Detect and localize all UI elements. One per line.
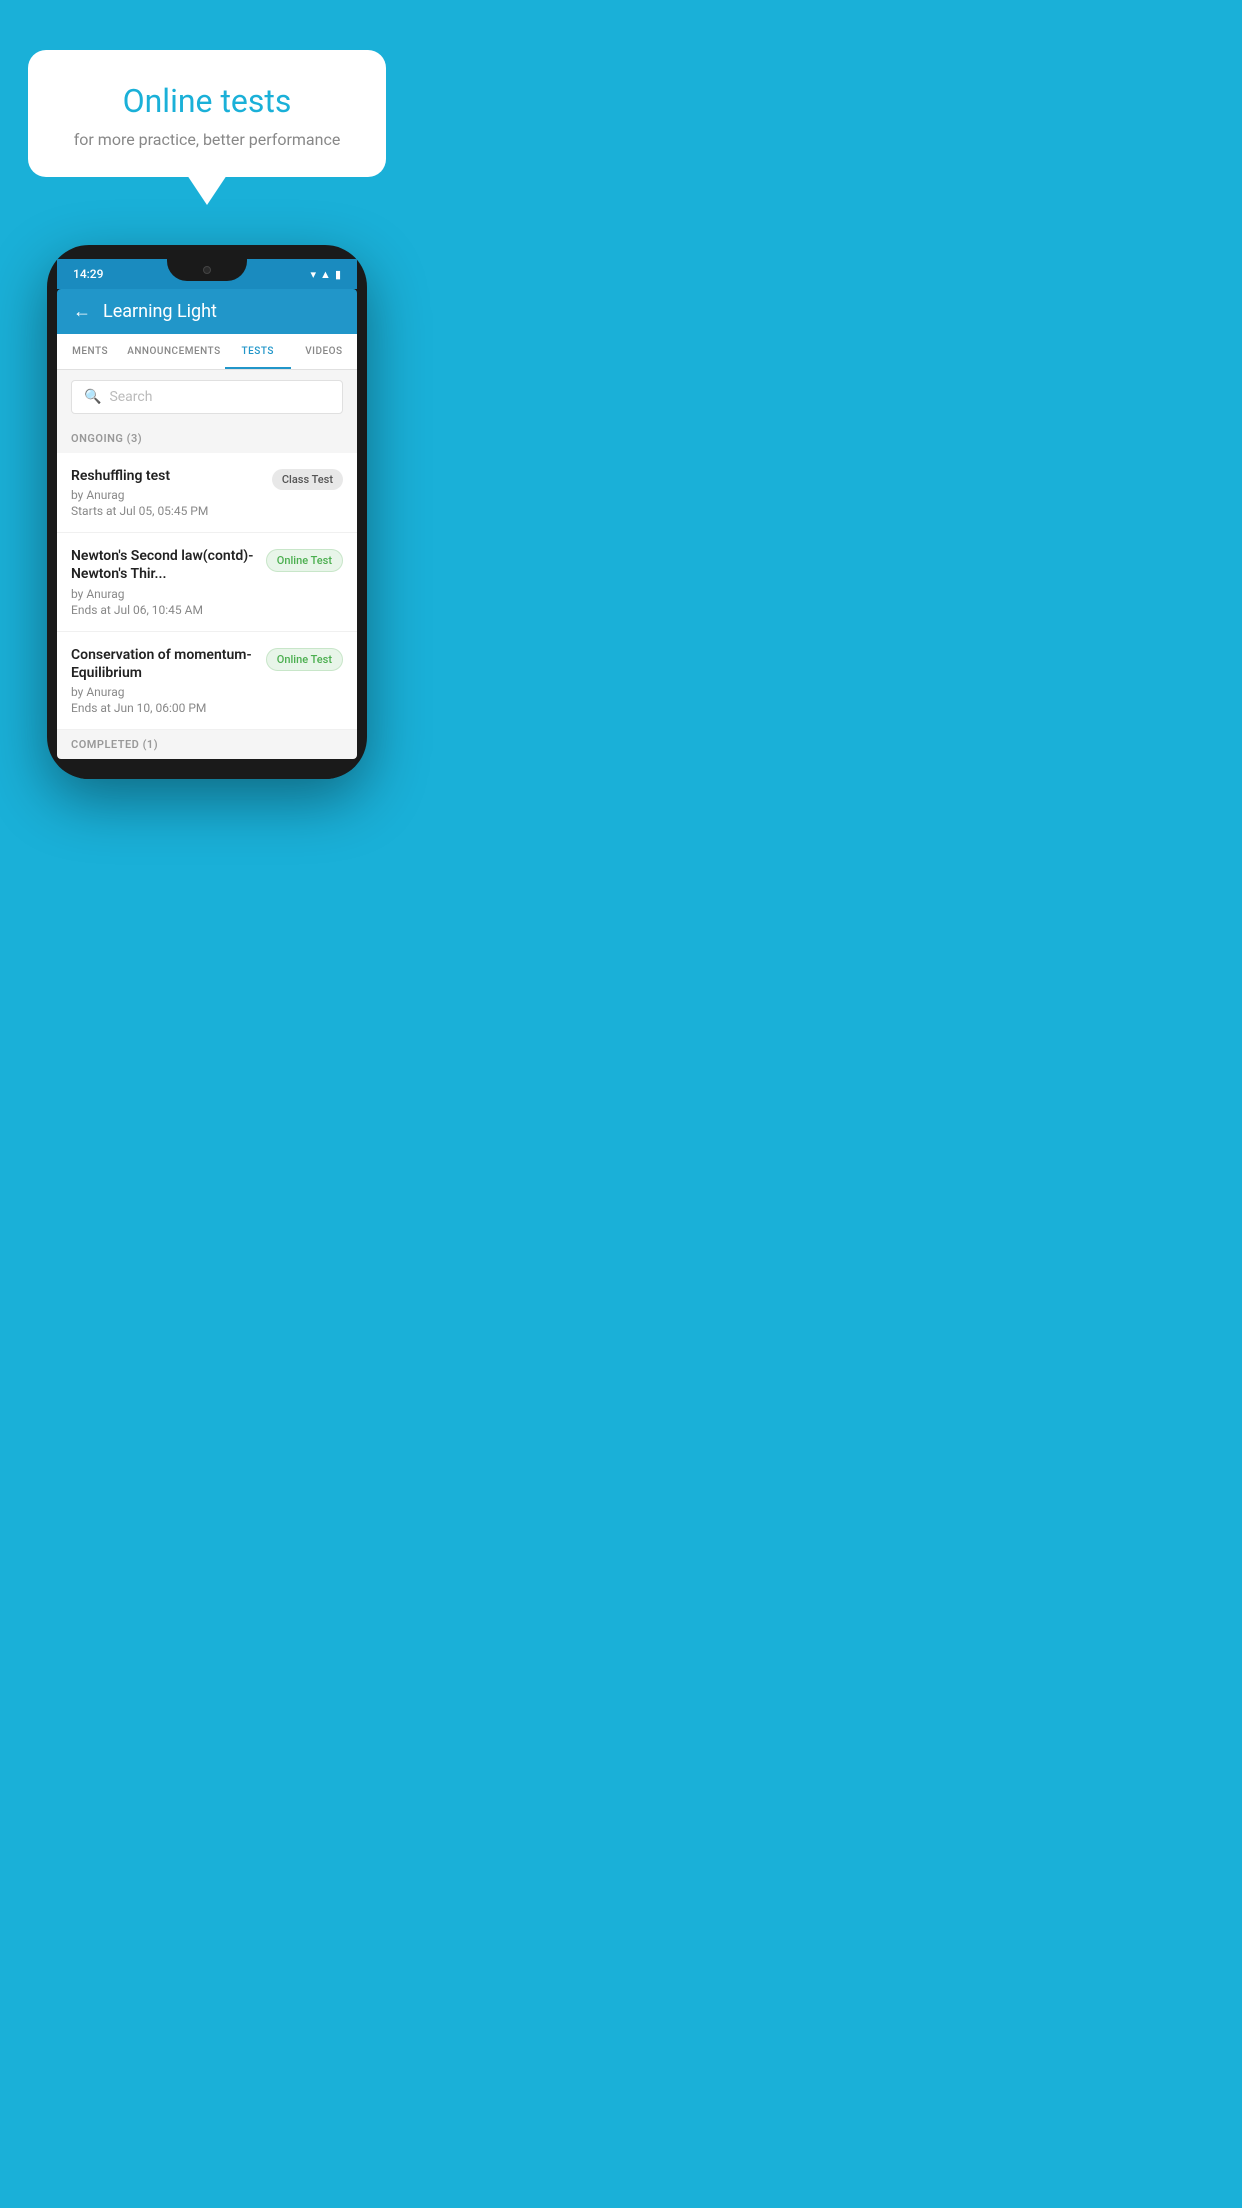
test-title-3: Conservation of momentum-Equilibrium xyxy=(71,646,258,682)
back-button[interactable]: ← xyxy=(73,301,91,322)
test-title-1: Reshuffling test xyxy=(71,467,264,485)
hero-section: Online tests for more practice, better p… xyxy=(0,0,414,177)
test-badge-2: Online Test xyxy=(266,549,343,572)
phone-bottom xyxy=(57,759,357,779)
tab-ments[interactable]: MENTS xyxy=(57,334,123,369)
test-info-3: Conservation of momentum-Equilibrium by … xyxy=(71,646,258,715)
phone-outer: 14:29 ▾ ▲ ▮ ← Learning Light MENTS xyxy=(47,245,367,779)
phone-screen: ← Learning Light MENTS ANNOUNCEMENTS TES… xyxy=(57,289,357,759)
wifi-icon: ▾ xyxy=(311,268,317,281)
tab-videos[interactable]: VIDEOS xyxy=(291,334,357,369)
phone-mockup: 14:29 ▾ ▲ ▮ ← Learning Light MENTS xyxy=(47,245,367,779)
test-date-3: Ends at Jun 10, 06:00 PM xyxy=(71,701,258,715)
test-date-1: Starts at Jul 05, 05:45 PM xyxy=(71,504,264,518)
bubble-title: Online tests xyxy=(56,82,358,120)
signal-icon: ▲ xyxy=(320,268,331,281)
search-input[interactable]: Search xyxy=(109,389,152,405)
ongoing-section-label: ONGOING (3) xyxy=(57,424,357,453)
battery-icon: ▮ xyxy=(335,268,341,281)
test-title-2: Newton's Second law(contd)-Newton's Thir… xyxy=(71,547,258,583)
tab-tests[interactable]: TESTS xyxy=(225,334,291,369)
search-container: 🔍 Search xyxy=(57,370,357,424)
test-badge-3: Online Test xyxy=(266,648,343,671)
test-author-2: by Anurag xyxy=(71,587,258,601)
notch xyxy=(167,259,247,281)
camera-dot xyxy=(203,266,211,274)
app-header: ← Learning Light xyxy=(57,289,357,334)
tests-list: Reshuffling test by Anurag Starts at Jul… xyxy=(57,453,357,730)
test-author-3: by Anurag xyxy=(71,685,258,699)
speech-bubble: Online tests for more practice, better p… xyxy=(28,50,386,177)
test-author-1: by Anurag xyxy=(71,488,264,502)
test-item-2[interactable]: Newton's Second law(contd)-Newton's Thir… xyxy=(57,533,357,631)
test-item-1[interactable]: Reshuffling test by Anurag Starts at Jul… xyxy=(57,453,357,533)
app-header-title: Learning Light xyxy=(103,301,217,322)
test-badge-1: Class Test xyxy=(272,469,343,490)
test-info-1: Reshuffling test by Anurag Starts at Jul… xyxy=(71,467,264,518)
tabs-bar: MENTS ANNOUNCEMENTS TESTS VIDEOS xyxy=(57,334,357,370)
status-bar: 14:29 ▾ ▲ ▮ xyxy=(57,259,357,289)
status-icons: ▾ ▲ ▮ xyxy=(311,268,341,281)
tab-announcements[interactable]: ANNOUNCEMENTS xyxy=(123,334,224,369)
search-bar[interactable]: 🔍 Search xyxy=(71,380,343,414)
search-icon: 🔍 xyxy=(84,389,101,405)
bubble-subtitle: for more practice, better performance xyxy=(56,130,358,149)
completed-section-label: COMPLETED (1) xyxy=(57,730,357,759)
test-item-3[interactable]: Conservation of momentum-Equilibrium by … xyxy=(57,632,357,730)
test-date-2: Ends at Jul 06, 10:45 AM xyxy=(71,603,258,617)
status-time: 14:29 xyxy=(73,267,103,281)
test-info-2: Newton's Second law(contd)-Newton's Thir… xyxy=(71,547,258,616)
